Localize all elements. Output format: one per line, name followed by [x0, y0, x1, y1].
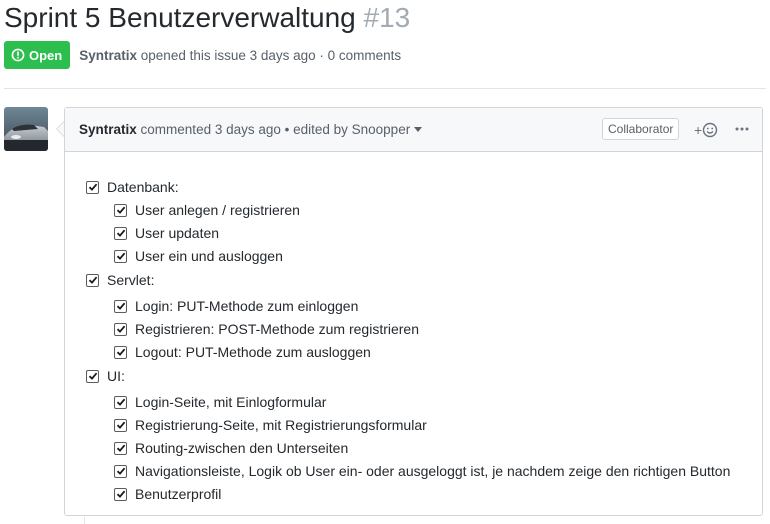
task-list-item: Servlet: — [86, 272, 154, 288]
comment-caret-inner — [57, 122, 64, 136]
checkmark-icon — [88, 183, 97, 191]
header-divider — [4, 88, 766, 89]
task-label: User ein und ausloggen — [135, 248, 283, 264]
task-label: Navigationsleiste, Logik ob User ein- od… — [135, 463, 731, 479]
task-label: Routing-zwischen den Unterseiten — [135, 440, 349, 456]
chevron-down-icon[interactable] — [414, 127, 423, 132]
timeline-line — [84, 517, 85, 524]
checkmark-icon — [88, 372, 97, 380]
issue-author-link[interactable]: Syntratix — [79, 48, 137, 63]
task-checkbox[interactable] — [114, 441, 127, 455]
issue-meta: Open Syntratix opened this issue 3 days … — [4, 41, 401, 69]
checkmark-icon — [116, 444, 125, 452]
task-list-item: Logout: PUT-Methode zum ausloggen — [114, 344, 371, 360]
checkmark-icon — [116, 421, 125, 429]
checkmark-icon — [116, 252, 125, 260]
task-list-item: Login: PUT-Methode zum einloggen — [114, 298, 358, 314]
add-reaction-button[interactable]: + — [694, 120, 718, 140]
avatar[interactable] — [4, 107, 48, 151]
comment-meta: Syntratix commented 3 days ago • edited … — [79, 122, 423, 137]
task-label: Registrierung-Seite, mit Registrierungsf… — [135, 417, 427, 433]
task-label: User updaten — [135, 225, 220, 241]
reaction-plus: + — [694, 122, 703, 138]
comment-author-link[interactable]: Syntratix — [79, 122, 137, 137]
task-label: Login: PUT-Methode zum einloggen — [135, 298, 359, 314]
task-list-item: User updaten — [114, 225, 219, 241]
collaborator-badge: Collaborator — [602, 118, 680, 140]
task-list-item: Datenbank: — [86, 179, 179, 195]
comment-box: Syntratix commented 3 days ago • edited … — [64, 107, 763, 516]
checkmark-icon — [116, 490, 125, 498]
checkmark-icon — [116, 325, 125, 333]
task-label: Datenbank: — [107, 179, 179, 195]
task-checkbox[interactable] — [114, 203, 127, 217]
comment-header: Syntratix commented 3 days ago • edited … — [65, 108, 762, 152]
comment-meta-text[interactable]: commented 3 days ago • edited by Snooppe… — [141, 122, 411, 137]
checkmark-icon — [116, 229, 125, 237]
smiley-icon — [702, 122, 718, 138]
more-options-button[interactable] — [733, 118, 751, 140]
task-checkbox[interactable] — [114, 395, 127, 409]
task-list-item: Registrierung-Seite, mit Registrierungsf… — [114, 417, 427, 433]
task-label: Logout: PUT-Methode zum ausloggen — [135, 344, 371, 360]
task-label: Servlet: — [107, 272, 155, 288]
checkmark-icon — [116, 398, 125, 406]
task-list-item: User ein und ausloggen — [114, 248, 283, 264]
task-list-item: Login-Seite, mit Einlogformular — [114, 394, 326, 410]
task-list-item: UI: — [86, 368, 125, 384]
task-checkbox[interactable] — [114, 322, 127, 336]
checkmark-icon — [116, 467, 125, 475]
task-checkbox[interactable] — [114, 464, 127, 478]
issue-opened-icon — [11, 48, 25, 62]
task-list-item: Navigationsleiste, Logik ob User ein- od… — [114, 463, 730, 479]
issue-opened-text: opened this issue 3 days ago · 0 comment… — [140, 47, 402, 63]
checkmark-icon — [116, 348, 125, 356]
issue-number: #13 — [363, 2, 411, 33]
task-label: User anlegen / registrieren — [135, 202, 300, 218]
task-list-item: User anlegen / registrieren — [114, 202, 300, 218]
task-checkbox[interactable] — [86, 180, 99, 194]
task-list-item: Registrieren: POST-Methode zum registrie… — [114, 321, 419, 337]
task-checkbox[interactable] — [114, 299, 127, 313]
task-checkbox[interactable] — [114, 249, 127, 263]
task-label: Registrieren: POST-Methode zum registrie… — [135, 321, 419, 337]
kebab-horizontal-icon — [735, 127, 749, 131]
task-checkbox[interactable] — [86, 273, 99, 287]
task-label: UI: — [107, 368, 125, 384]
task-checkbox[interactable] — [114, 418, 127, 432]
checkmark-icon — [88, 276, 97, 284]
state-label: Open — [29, 47, 63, 63]
issue-title-text: Sprint 5 Benutzerverwaltung — [4, 2, 356, 33]
task-checkbox[interactable] — [114, 345, 127, 359]
checkmark-icon — [116, 302, 125, 310]
task-checkbox[interactable] — [86, 369, 99, 383]
task-list-item: Routing-zwischen den Unterseiten — [114, 440, 348, 456]
task-label: Benutzerprofil — [135, 486, 222, 502]
task-checkbox[interactable] — [114, 487, 127, 501]
state-badge: Open — [4, 41, 71, 69]
checkmark-icon — [116, 206, 125, 214]
issue-title: Sprint 5 Benutzerverwaltung #13 — [4, 0, 410, 36]
task-checkbox[interactable] — [114, 226, 127, 240]
task-label: Login-Seite, mit Einlogformular — [135, 394, 327, 410]
task-list-item: Benutzerprofil — [114, 486, 221, 502]
